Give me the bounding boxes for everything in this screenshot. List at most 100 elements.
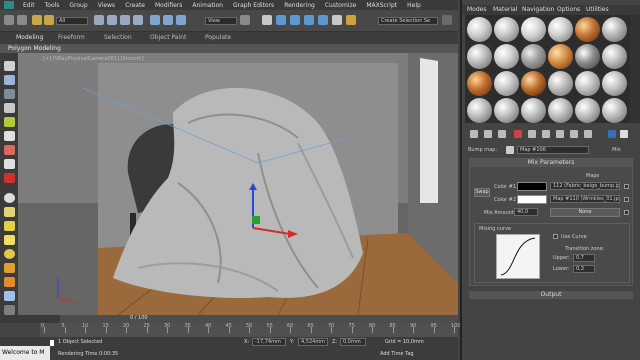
menu-graph-editors[interactable]: Graph Editors (228, 2, 279, 9)
select-manipulate-icon[interactable] (262, 15, 272, 25)
me-menu-utilities[interactable]: Utilities (586, 6, 609, 13)
menu-help[interactable]: Help (402, 2, 426, 9)
sample-slot[interactable] (521, 17, 546, 42)
app-logo-icon[interactable] (4, 1, 14, 9)
scene-explorer-icon[interactable] (4, 61, 15, 71)
go-to-parent-icon[interactable] (608, 130, 616, 138)
align-icon[interactable] (442, 15, 452, 25)
unlink-icon[interactable] (44, 15, 54, 25)
move-icon[interactable] (150, 15, 160, 25)
mirror-icon[interactable] (346, 15, 356, 25)
menu-group[interactable]: Group (64, 2, 92, 9)
perspective-viewport[interactable]: [+] [VRayPhysicalCamera001] [Smooth] (18, 53, 458, 315)
menu-rendering[interactable]: Rendering (279, 2, 320, 9)
selection-filter-dropdown[interactable]: All (56, 17, 88, 25)
sample-slot[interactable] (467, 71, 492, 96)
teapot-icon[interactable] (4, 207, 15, 217)
pivot-center-icon[interactable] (240, 15, 250, 25)
menu-tools[interactable]: Tools (40, 2, 65, 9)
tab-object-paint[interactable]: Object Paint (150, 34, 186, 41)
me-menu-modes[interactable]: Modes (467, 6, 486, 13)
sample-slot[interactable] (548, 98, 573, 123)
selection-lock-icon[interactable] (50, 340, 54, 346)
plane-icon[interactable] (4, 235, 15, 245)
redo-icon[interactable] (17, 15, 27, 25)
edit-named-selection-icon[interactable] (332, 15, 342, 25)
reference-coordinate-dropdown[interactable]: View (205, 17, 237, 25)
sphere-icon[interactable] (4, 193, 15, 203)
box-icon[interactable] (4, 221, 15, 231)
display-icon[interactable] (4, 103, 15, 113)
mix-amount-map-button[interactable]: None (550, 208, 620, 217)
sample-slot[interactable] (575, 17, 600, 42)
sample-slot[interactable] (548, 17, 573, 42)
layer-icon[interactable] (4, 75, 15, 85)
mix-amount-map-checkbox[interactable] (624, 210, 629, 215)
menu-create[interactable]: Create (120, 2, 150, 9)
swap-button[interactable]: Swap (474, 188, 490, 197)
show-map-icon[interactable] (570, 130, 578, 138)
sample-slot[interactable] (467, 44, 492, 69)
me-menu-options[interactable]: Options (557, 6, 580, 13)
angle-snap-icon[interactable] (290, 15, 300, 25)
sample-slot-selected[interactable] (548, 71, 573, 96)
color2-map-button[interactable]: Map #110 (Wrinkles_01.jpg) (550, 195, 620, 203)
percent-snap-icon[interactable] (304, 15, 314, 25)
lower-spinner[interactable]: 0,3 (573, 265, 595, 273)
get-material-icon[interactable] (470, 130, 478, 138)
color2-swatch[interactable] (517, 195, 547, 204)
sample-slot[interactable] (602, 98, 627, 123)
tab-selection[interactable]: Selection (104, 34, 132, 41)
sample-slot[interactable] (602, 17, 627, 42)
output-rollout-header[interactable]: Output (469, 291, 633, 299)
menu-edit[interactable]: Edit (18, 2, 40, 9)
menu-maxscript[interactable]: MAXScript (361, 2, 402, 9)
material-id-icon[interactable] (556, 130, 564, 138)
ribbon-sub-label[interactable]: Polygon Modeling (8, 45, 61, 52)
make-unique-icon[interactable] (528, 130, 536, 138)
cone-icon[interactable] (4, 263, 15, 273)
sample-slot[interactable] (521, 44, 546, 69)
put-to-library-icon[interactable] (542, 130, 550, 138)
link-icon[interactable] (32, 15, 42, 25)
y-coordinate-field[interactable]: 4,524mm (298, 338, 328, 346)
sample-slot[interactable] (575, 71, 600, 96)
sample-slot[interactable] (467, 17, 492, 42)
more-tools-icon[interactable] (4, 305, 15, 315)
sample-slot[interactable] (602, 71, 627, 96)
mix-amount-spinner[interactable]: 40,0 (514, 208, 538, 216)
particle-icon[interactable] (4, 291, 15, 301)
named-selection-sets-dropdown[interactable]: Create Selection Se (378, 17, 438, 25)
region-select-icon[interactable] (120, 15, 130, 25)
spinner-snap-icon[interactable] (318, 15, 328, 25)
tab-freeform[interactable]: Freeform (58, 34, 85, 41)
x-coordinate-field[interactable]: -17,74mm (252, 338, 286, 346)
sample-slot[interactable] (494, 71, 519, 96)
select-by-name-icon[interactable] (107, 15, 117, 25)
sample-slot[interactable] (602, 44, 627, 69)
menu-animation[interactable]: Animation (187, 2, 228, 9)
sample-slot[interactable] (521, 98, 546, 123)
z-coordinate-field[interactable]: 0,0mm (340, 338, 366, 346)
helper-icon[interactable] (4, 145, 15, 155)
track-bar[interactable]: 0 5 10 15 20 25 30 35 40 45 50 55 60 65 70 75 80 85 90 95 10… (40, 323, 461, 337)
render-setup-icon[interactable] (4, 159, 15, 169)
camera-icon[interactable] (4, 131, 15, 141)
maxscript-listener[interactable]: Welcome to M (0, 346, 50, 360)
sample-slot[interactable] (494, 17, 519, 42)
color1-map-button[interactable]: 112 (Fabric_beige_bump.jpg) (550, 182, 620, 190)
window-crossing-icon[interactable] (133, 15, 143, 25)
assign-material-icon[interactable] (498, 130, 506, 138)
select-object-icon[interactable] (94, 15, 104, 25)
tab-modeling[interactable]: Modeling (16, 34, 43, 41)
menu-views[interactable]: Views (93, 2, 120, 9)
time-slider[interactable]: 0 / 100 (60, 315, 458, 323)
render-frame-icon[interactable] (4, 173, 15, 183)
sample-slot[interactable] (494, 98, 519, 123)
color1-map-checkbox[interactable] (624, 184, 629, 189)
snaps-toggle-icon[interactable] (276, 15, 286, 25)
sample-slot[interactable] (575, 44, 600, 69)
sample-slot[interactable] (521, 71, 546, 96)
sample-slots-scrollbar[interactable] (630, 15, 640, 123)
mix-parameters-header[interactable]: Mix Parameters (470, 159, 632, 167)
